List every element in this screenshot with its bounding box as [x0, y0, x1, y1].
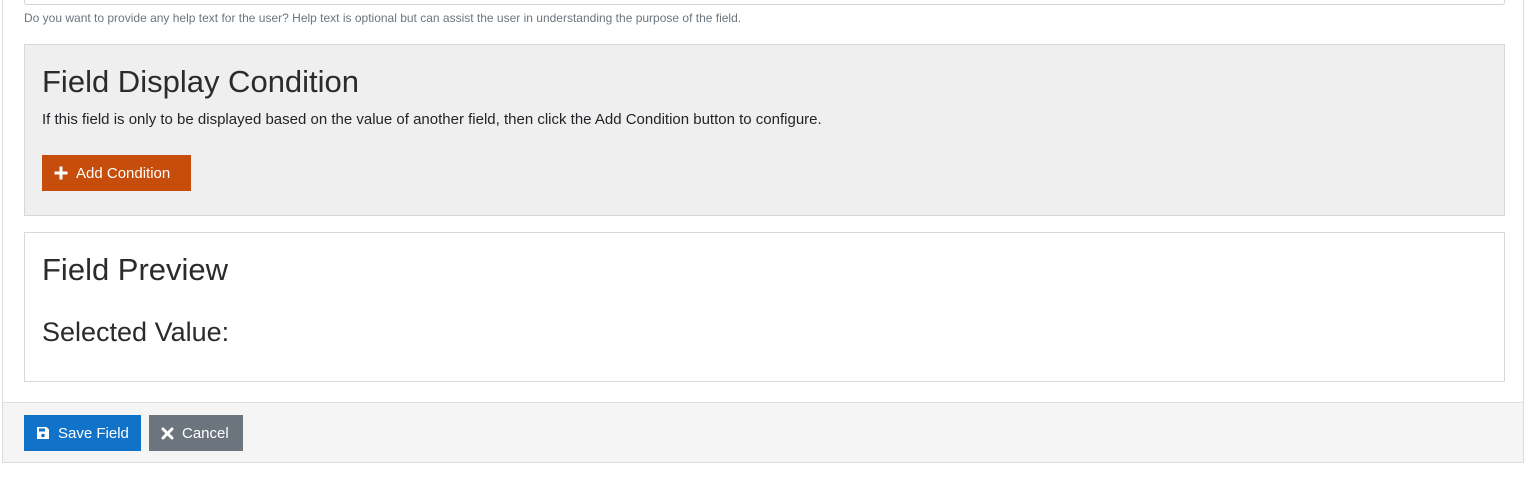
close-icon	[161, 427, 174, 440]
help-text-hint: Do you want to provide any help text for…	[24, 11, 742, 25]
cancel-label: Cancel	[182, 424, 229, 442]
plus-icon	[54, 166, 68, 180]
save-field-label: Save Field	[58, 424, 129, 442]
selected-value-label: Selected Value:	[42, 317, 230, 347]
field-preview-title: Field Preview	[42, 252, 229, 287]
field-display-condition-description: If this field is only to be displayed ba…	[42, 111, 822, 128]
help-text-input[interactable]	[24, 0, 1505, 5]
field-display-condition-section: Field Display Condition If this field is…	[24, 44, 1505, 216]
field-editor-panel: Do you want to provide any help text for…	[2, 0, 1524, 463]
page: Do you want to provide any help text for…	[0, 0, 1540, 483]
add-condition-label: Add Condition	[76, 164, 171, 182]
cancel-button[interactable]: Cancel	[149, 415, 243, 451]
footer-actions: Save Field Cancel	[3, 402, 1523, 462]
floppy-disk-icon	[36, 426, 50, 440]
field-preview-section: Field Preview Selected Value:	[24, 232, 1505, 382]
add-condition-button[interactable]: Add Condition	[42, 155, 191, 191]
field-display-condition-title: Field Display Condition	[42, 64, 360, 99]
save-field-button[interactable]: Save Field	[24, 415, 141, 451]
